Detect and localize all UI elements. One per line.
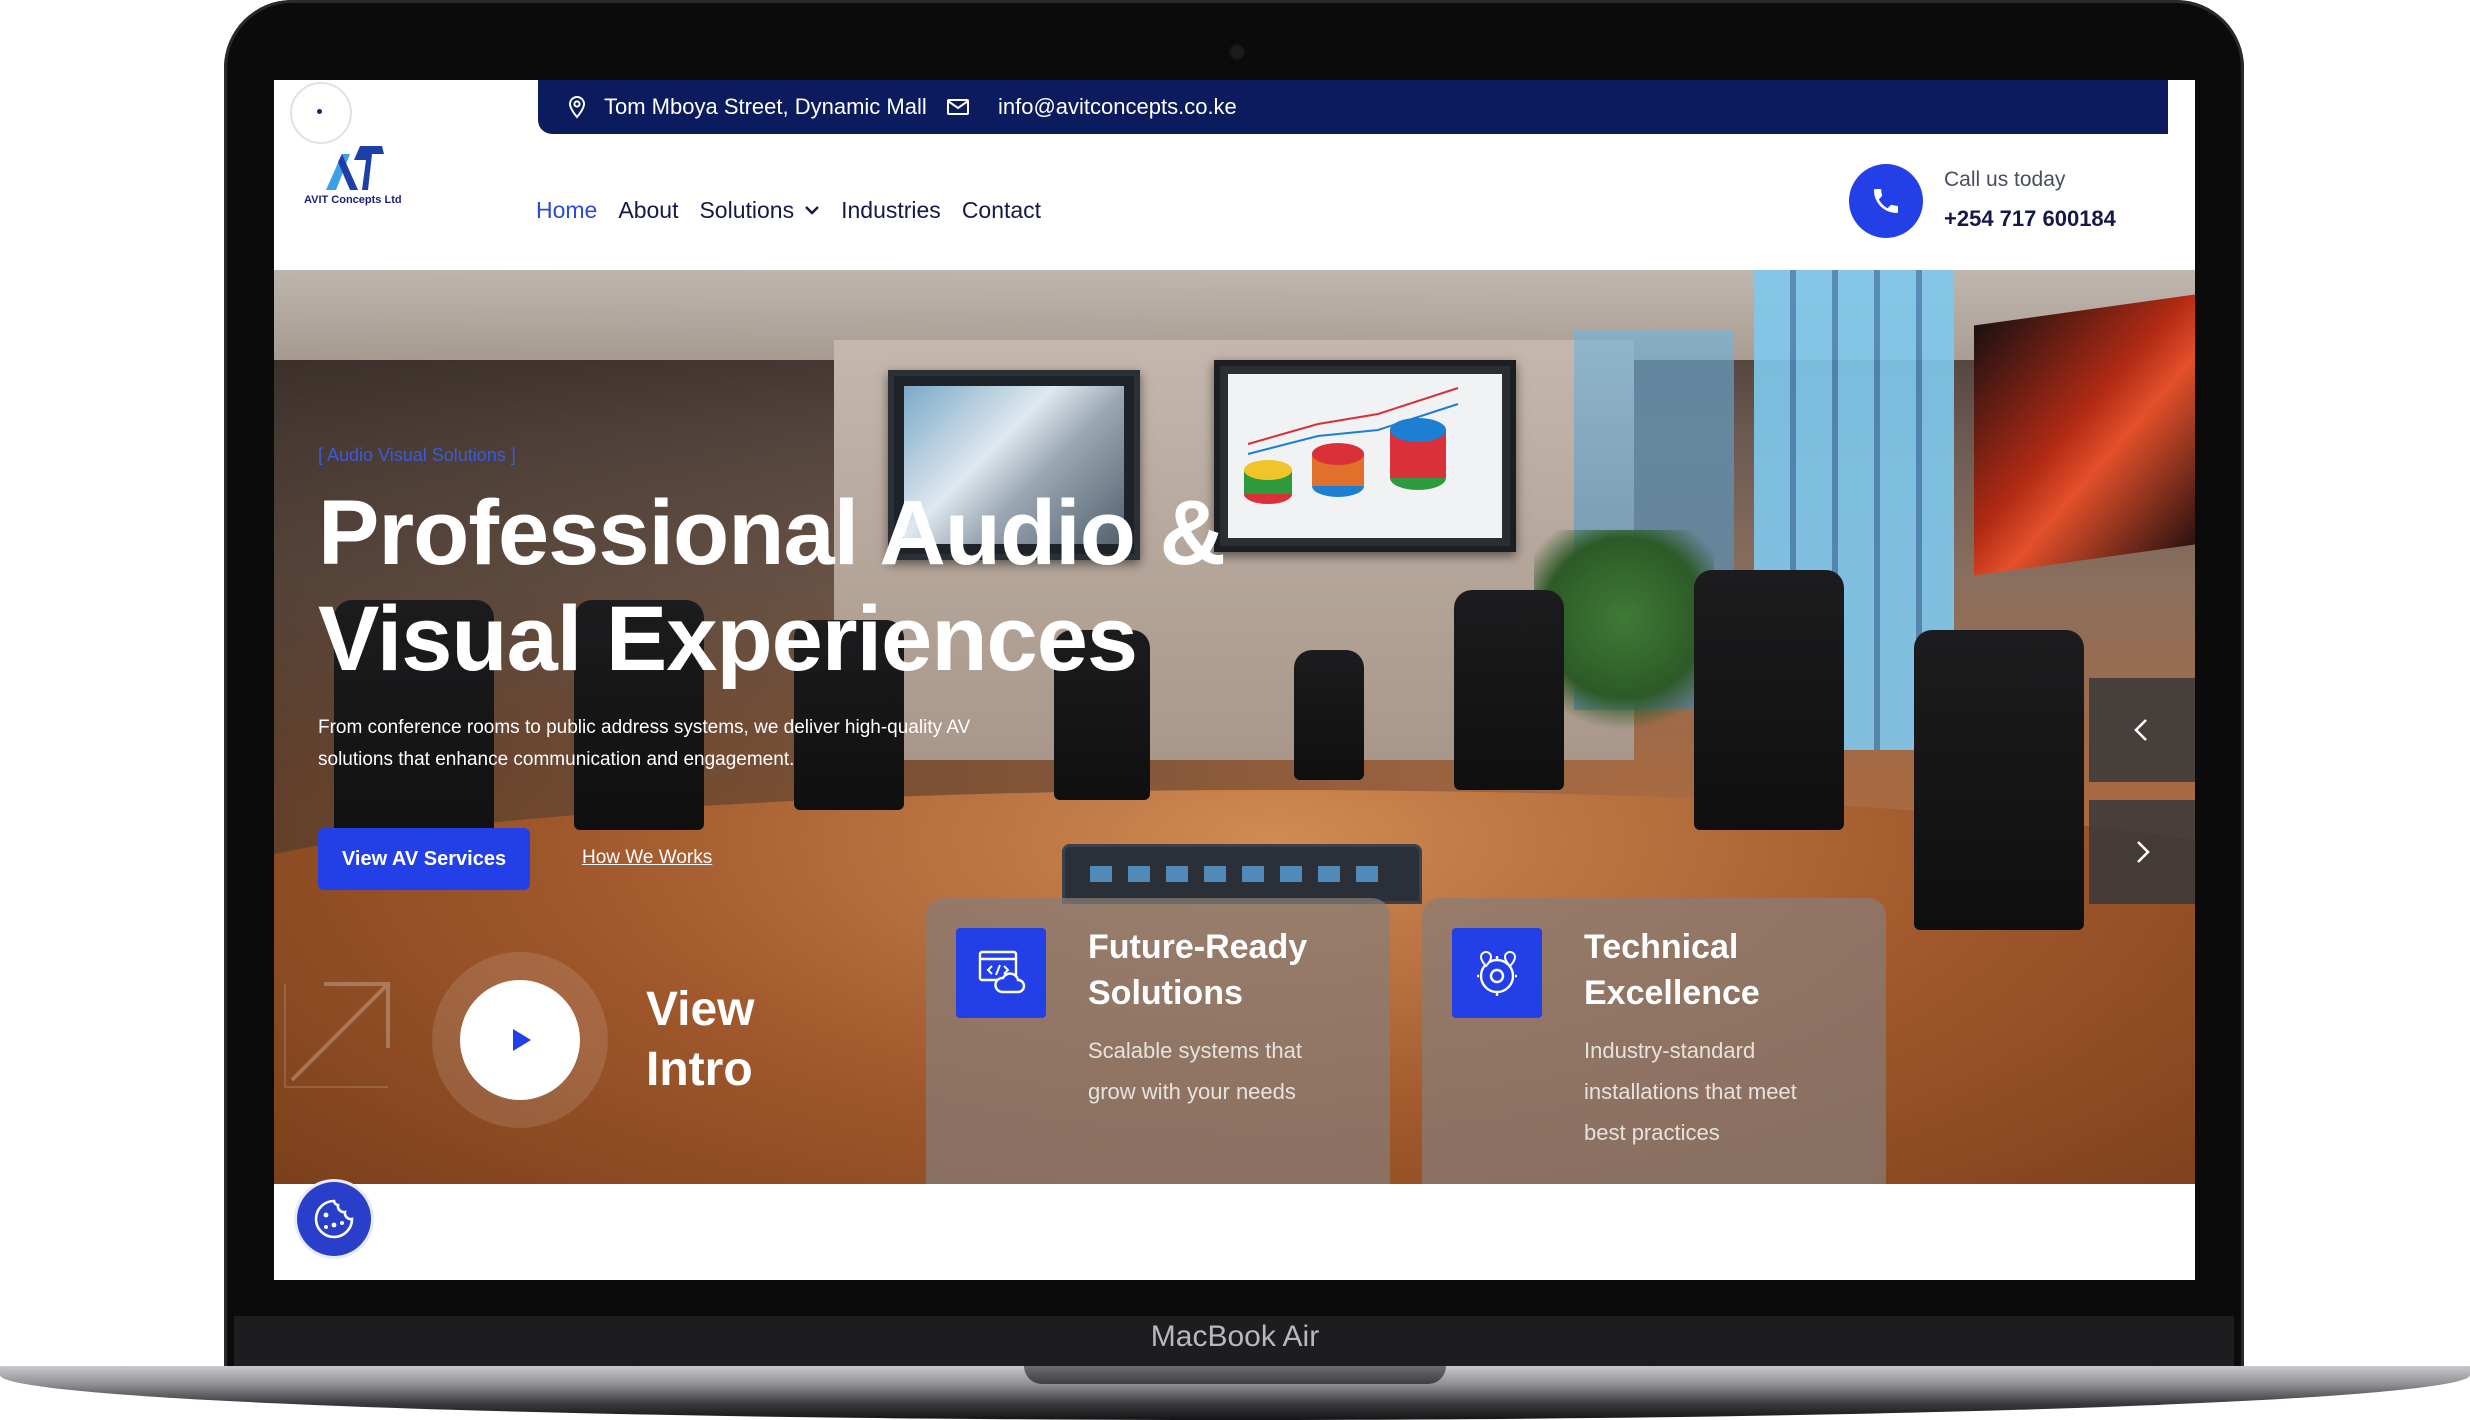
hero-bg-chair xyxy=(1694,570,1844,830)
gear-location-icon xyxy=(1452,928,1542,1018)
hero-bg-chair xyxy=(1914,630,2084,930)
hero-bg-wall-art xyxy=(1974,294,2195,576)
cloud-code-icon xyxy=(956,928,1046,1018)
view-av-services-button[interactable]: View AV Services xyxy=(318,828,530,890)
hero-headline-line-1: Professional Audio & xyxy=(318,482,1226,584)
feature-card-title: Future-Ready Solutions xyxy=(1088,924,1368,1016)
call-button[interactable] xyxy=(1849,164,1923,238)
feature-card-desc-line-3: best practices xyxy=(1584,1120,1720,1145)
call-label: Call us today xyxy=(1944,168,2066,191)
chevron-left-icon xyxy=(2134,719,2147,741)
feature-card-description: Industry-standard installations that mee… xyxy=(1584,1030,1874,1153)
slider-prev-button[interactable] xyxy=(2089,678,2195,782)
feature-card-desc-line-2: installations that meet xyxy=(1584,1079,1797,1104)
arrow-up-right-icon xyxy=(284,982,390,1088)
phone-icon xyxy=(1874,189,1898,213)
feature-card-desc-line-1: Industry-standard xyxy=(1584,1038,1756,1063)
view-intro-line-2: Intro xyxy=(646,1043,753,1096)
slider-next-button[interactable] xyxy=(2089,800,2195,904)
feature-card-desc-line-2: grow with your needs xyxy=(1088,1079,1296,1104)
nav-contact[interactable]: Contact xyxy=(962,197,1041,224)
hero-bg-console xyxy=(1062,844,1422,904)
device-model-label: MacBook Air xyxy=(1150,1320,1320,1353)
mail-icon xyxy=(946,80,970,134)
nav-solutions-label: Solutions xyxy=(699,196,795,223)
email-link[interactable]: info@avitconcepts.co.ke xyxy=(998,80,1237,134)
hero-subtitle: From conference rooms to public address … xyxy=(318,712,1098,776)
view-intro-label[interactable]: View Intro xyxy=(646,980,755,1100)
feature-card-future-ready: Future-Ready Solutions Scalable systems … xyxy=(926,898,1390,1184)
phone-number[interactable]: +254 717 600184 xyxy=(1944,206,2116,232)
hero-eyebrow: [ Audio Visual Solutions ] xyxy=(318,445,516,465)
feature-card-title-line-2: Excellence xyxy=(1584,974,1760,1012)
camera xyxy=(1231,46,1243,58)
play-icon xyxy=(513,1029,531,1051)
feature-card-title: Technical Excellence xyxy=(1584,924,1864,1016)
top-info-bar: Tom Mboya Street, Dynamic Mall info@avit… xyxy=(538,80,2168,134)
location-icon xyxy=(566,80,588,134)
website-screen: Tom Mboya Street, Dynamic Mall info@avit… xyxy=(274,80,2195,1280)
hero-section: [ Audio Visual Solutions ] Professional … xyxy=(274,270,2195,1184)
hero-bg-chair xyxy=(1454,590,1564,790)
chevron-right-icon xyxy=(2137,841,2150,863)
feature-card-desc-line-1: Scalable systems that xyxy=(1088,1038,1302,1063)
laptop-hinge-notch xyxy=(1024,1366,1446,1384)
chevron-down-icon xyxy=(805,206,819,215)
hero-headline-line-2: Visual Experiences xyxy=(318,588,1138,690)
hero-subtitle-line-1: From conference rooms to public address … xyxy=(318,717,971,738)
logo-text: AVIT Concepts Ltd xyxy=(304,194,402,206)
feature-card-description: Scalable systems that grow with your nee… xyxy=(1088,1030,1378,1112)
cookie-icon xyxy=(314,1199,354,1239)
feature-card-title-line-1: Future-Ready xyxy=(1088,928,1308,966)
nav-about[interactable]: About xyxy=(618,197,678,224)
how-we-works-link[interactable]: How We Works xyxy=(582,847,712,869)
cookie-settings-button[interactable] xyxy=(297,1182,371,1256)
logo-badge-dot xyxy=(317,109,322,114)
feature-card-technical-excellence: Technical Excellence Industry-standard i… xyxy=(1422,898,1886,1184)
hero-headline: Professional Audio & Visual Experiences xyxy=(318,480,1318,692)
hero-subtitle-line-2: solutions that enhance communication and… xyxy=(318,749,795,770)
nav-industries[interactable]: Industries xyxy=(841,197,941,224)
view-intro-line-1: View xyxy=(646,983,755,1036)
address-text[interactable]: Tom Mboya Street, Dynamic Mall xyxy=(604,80,927,134)
play-intro-button[interactable] xyxy=(460,980,580,1100)
feature-card-title-line-1: Technical xyxy=(1584,928,1739,966)
main-nav: Home About Solutions Industries Contact xyxy=(536,188,1041,232)
nav-home[interactable]: Home xyxy=(536,197,597,224)
feature-card-title-line-2: Solutions xyxy=(1088,974,1243,1012)
nav-solutions[interactable]: Solutions xyxy=(699,197,820,224)
